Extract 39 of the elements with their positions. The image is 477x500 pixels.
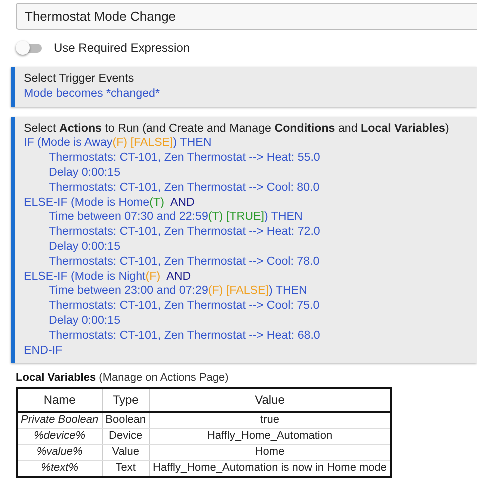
column-header: Name xyxy=(17,388,102,412)
table-title: Local Variables (Manage on Actions Page) xyxy=(16,372,230,386)
table-cell: Haffly_Home_Automation xyxy=(150,428,392,445)
section-title: Select Trigger Events xyxy=(24,72,136,87)
column-header: Value xyxy=(150,388,392,412)
toggle-switch[interactable] xyxy=(16,41,42,55)
code-line: Time between 07:30 and 22:59(T) [TRUE]) THEN xyxy=(48,210,304,226)
table-cell: Boolean xyxy=(102,412,150,429)
code-line: Thermostats: CT-101, Zen Thermostat --> Heat: 68.0 xyxy=(48,328,322,344)
code-line: Time between 23:00 and 07:29(F) [FALSE]) THEN xyxy=(48,284,308,300)
table-cell: true xyxy=(150,412,392,429)
code-line: ELSE-IF (Mode is Night(F) AND xyxy=(24,270,192,284)
table-cell: Home xyxy=(150,444,392,461)
trigger-event: Mode becomes *changed* xyxy=(24,86,161,102)
code-line: Thermostats: CT-101, Zen Thermostat --> Heat: 55.0 xyxy=(48,151,322,166)
table-cell: Haffly_Home_Automation is now in Home mode xyxy=(150,460,392,478)
column-header: Type xyxy=(102,388,150,412)
toggle-label: Use Required Expression xyxy=(54,41,190,55)
table-cell: Device xyxy=(102,428,150,445)
code-line: IF (Mode is Away(F) [FALSE]) THEN xyxy=(24,136,213,152)
rule-name-field[interactable]: Thermostat Mode Change xyxy=(16,3,477,30)
table-cell: Private Boolean xyxy=(17,412,102,429)
code-line: Delay 0:00:15 xyxy=(48,314,122,329)
table-cell: Text xyxy=(102,460,150,478)
table-cell: %device% xyxy=(17,428,102,445)
section-title: Select Actions to Run (and Create and Manage Conditions and Local Variables) xyxy=(24,122,450,136)
actions-section[interactable] xyxy=(11,116,477,364)
code-line: END-IF xyxy=(24,344,64,358)
code-line: ELSE-IF (Mode is Home(T) AND xyxy=(24,196,196,210)
code-line: Delay 0:00:15 xyxy=(48,166,122,181)
table-cell: %value% xyxy=(17,444,102,461)
code-line: Thermostats: CT-101, Zen Thermostat --> Cool: 80.0 xyxy=(48,180,321,196)
code-line: Thermostats: CT-101, Zen Thermostat --> Cool: 75.0 xyxy=(48,299,321,314)
table-cell: Value xyxy=(102,444,150,461)
code-line: Thermostats: CT-101, Zen Thermostat --> Cool: 78.0 xyxy=(48,254,321,270)
code-line: Thermostats: CT-101, Zen Thermostat --> Heat: 72.0 xyxy=(48,225,322,240)
code-line: Delay 0:00:15 xyxy=(48,240,122,255)
trigger-section[interactable]: Select Trigger Events Mode becomes *changed* xyxy=(11,67,477,107)
table-cell: %text% xyxy=(17,460,102,478)
